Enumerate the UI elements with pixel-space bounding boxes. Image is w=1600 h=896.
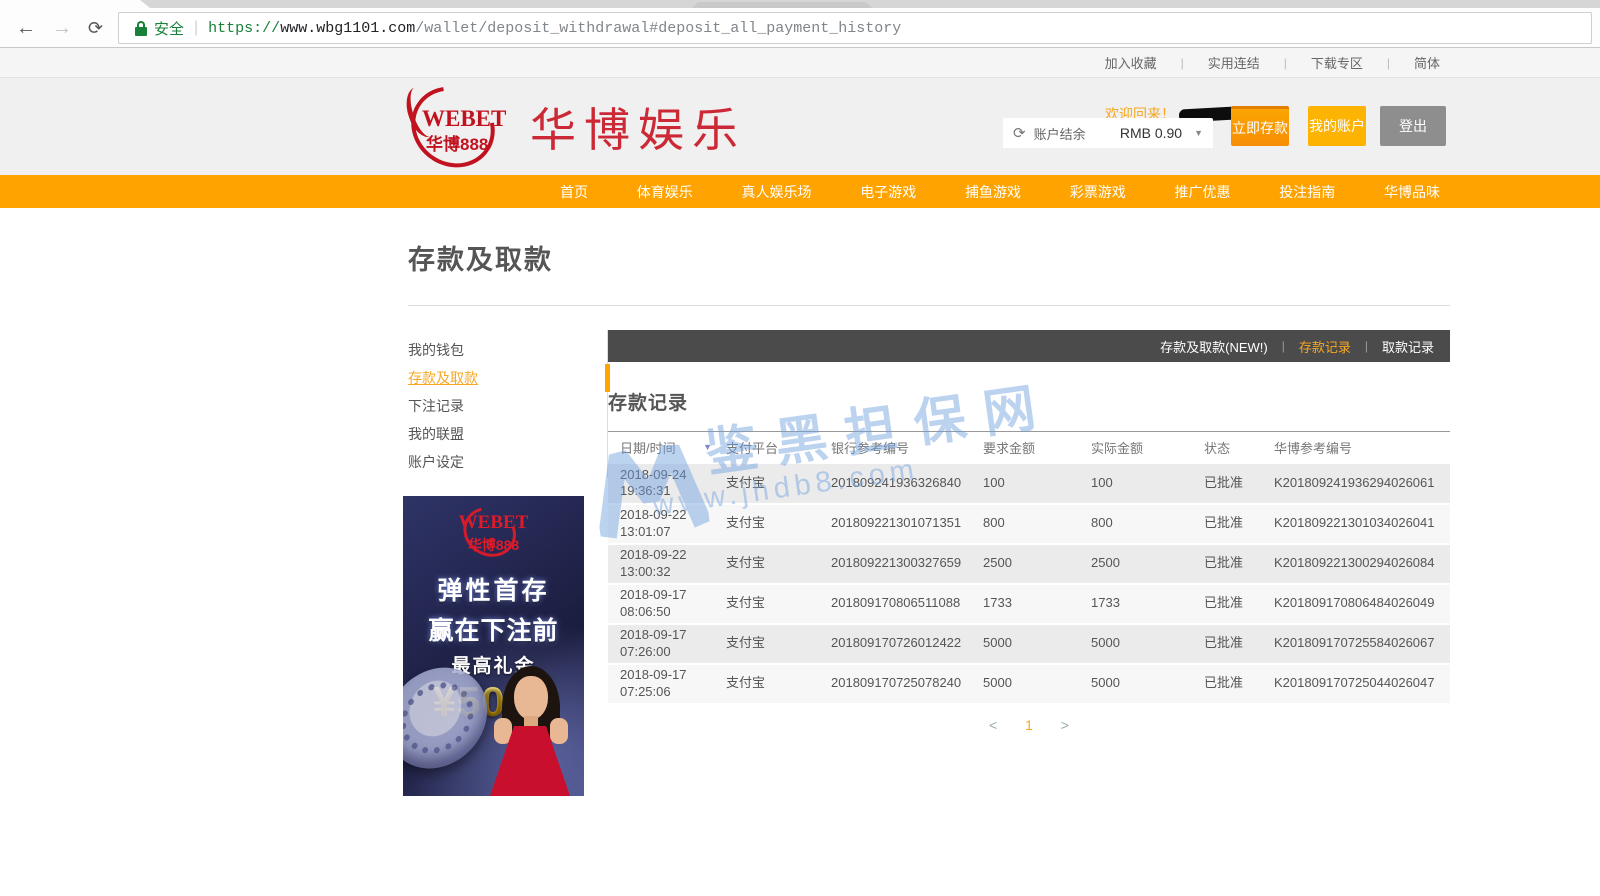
deposit-now-button[interactable]: 立即存款 (1231, 106, 1289, 146)
table-row: 2018-09-2213:00:32 支付宝 20180922130032765… (608, 544, 1450, 584)
banner-logo: WEBET 华博888 (403, 512, 584, 555)
refresh-balance-icon[interactable]: ⟳ (1013, 124, 1026, 142)
promo-banner[interactable]: WEBET 华博888 弹性首存 赢在下注前 最高礼金 ¥5000 (403, 496, 584, 796)
link-language-simplified[interactable]: 简体 (1414, 53, 1440, 72)
page-number[interactable]: 1 (1025, 717, 1033, 733)
nav-item-slots[interactable]: 电子游戏 (860, 182, 916, 202)
column-actual: 实际金额 (1091, 432, 1204, 464)
banner-model-graphic (483, 666, 578, 796)
sidebar-menu: 我的钱包 存款及取款 下注记录 我的联盟 账户设定 (408, 330, 608, 478)
page-url[interactable]: https://www.wbg1101.com/wallet/deposit_w… (208, 20, 901, 37)
column-bank-ref: 银行参考编号 (831, 432, 983, 464)
main-panel: 存款及取款(NEW!) | 存款记录 | 取款记录 存款记录 日期/时间 ▼ 支… (608, 330, 1450, 796)
logo-888-text: 华博888 (426, 130, 488, 155)
status-badge: 已批准 (1204, 544, 1274, 584)
sidebar-item-deposit-withdrawal[interactable]: 存款及取款 (408, 364, 607, 392)
column-status: 状态 (1204, 432, 1274, 464)
table-row: 2018-09-2419:36:31 支付宝 20180924193632684… (608, 464, 1450, 504)
section-title: 存款记录 (608, 388, 1450, 415)
title-divider (408, 305, 1450, 306)
tab-deposit-history[interactable]: 存款记录 (1299, 337, 1351, 356)
nav-item-sports[interactable]: 体育娱乐 (637, 182, 693, 202)
url-scheme: https:// (208, 20, 280, 37)
forward-icon[interactable]: → (52, 15, 72, 41)
url-domain: www.wbg1101.com (280, 20, 415, 37)
column-platform: 支付平台 (726, 432, 831, 464)
next-page-button[interactable]: > (1061, 717, 1069, 733)
back-icon[interactable]: ← (16, 15, 36, 41)
logout-button[interactable]: 登出 (1380, 106, 1446, 146)
sidebar-item-my-wallet[interactable]: 我的钱包 (408, 336, 607, 364)
pagination: < 1 > (608, 717, 1450, 733)
nav-item-betting-guide[interactable]: 投注指南 (1279, 182, 1335, 202)
secure-label[interactable]: 安全 (154, 18, 184, 39)
column-requested: 要求金额 (983, 432, 1091, 464)
prev-page-button[interactable]: < (989, 717, 997, 733)
address-separator: | (194, 19, 198, 37)
nav-item-fishing[interactable]: 捕鱼游戏 (965, 182, 1021, 202)
browser-toolbar: ← → ⟳ 安全 | https://www.wbg1101.com/walle… (0, 8, 1600, 48)
site-logo[interactable]: WEBET 华博888 华博娱乐 (408, 84, 746, 170)
sidebar: 我的钱包 存款及取款 下注记录 我的联盟 账户设定 WEBET 华博888 弹性… (408, 330, 608, 796)
status-badge: 已批准 (1204, 504, 1274, 544)
nav-item-promotions[interactable]: 推广优惠 (1175, 182, 1231, 202)
chevron-down-icon[interactable]: ▼ (1194, 128, 1203, 138)
status-badge: 已批准 (1204, 584, 1274, 624)
balance-value: RMB 0.90 (1120, 125, 1182, 141)
main-nav: 首页 体育娱乐 真人娱乐场 电子游戏 捕鱼游戏 彩票游戏 推广优惠 投注指南 华… (0, 175, 1600, 208)
browser-tab-strip (0, 0, 1600, 8)
site-name: 华博娱乐 (530, 94, 746, 160)
sort-icon[interactable]: ▼ (703, 442, 712, 452)
column-ref: 华博参考编号 (1274, 432, 1450, 464)
deposit-records-table: 日期/时间 ▼ 支付平台 银行参考编号 要求金额 实际金额 状态 华博参考编号 … (608, 431, 1450, 705)
nav-item-home[interactable]: 首页 (560, 182, 588, 202)
table-header-row: 日期/时间 ▼ 支付平台 银行参考编号 要求金额 实际金额 状态 华博参考编号 (608, 432, 1450, 464)
link-add-favorite[interactable]: 加入收藏 (1105, 53, 1157, 72)
reload-icon[interactable]: ⟳ (88, 15, 103, 41)
status-badge: 已批准 (1204, 464, 1274, 504)
url-path: /wallet/deposit_withdrawal#deposit_all_p… (415, 20, 901, 37)
sidebar-item-account-settings[interactable]: 账户设定 (408, 448, 607, 476)
column-datetime[interactable]: 日期/时间 ▼ (608, 432, 726, 464)
nav-item-lottery[interactable]: 彩票游戏 (1070, 182, 1126, 202)
webet-logo-mark: WEBET 华博888 (408, 84, 520, 170)
address-bar[interactable]: 安全 | https://www.wbg1101.com/wallet/depo… (118, 12, 1592, 44)
lock-icon (135, 21, 147, 36)
tab-withdraw-history[interactable]: 取款记录 (1382, 337, 1434, 356)
banner-line2: 赢在下注前 (403, 611, 584, 647)
balance-label: 账户结余 (1034, 124, 1086, 143)
link-useful-links[interactable]: 实用连结 (1208, 53, 1260, 72)
logo-webet-text: WEBET (422, 106, 506, 132)
tab-deposit-withdrawal-new[interactable]: 存款及取款(NEW!) (1160, 337, 1268, 356)
table-row: 2018-09-1707:25:06 支付宝 20180917072507824… (608, 664, 1450, 704)
balance-box: ⟳ 账户结余 RMB 0.90 ▼ (1003, 118, 1213, 148)
sidebar-item-my-affiliate[interactable]: 我的联盟 (408, 420, 607, 448)
status-badge: 已批准 (1204, 664, 1274, 704)
page-title: 存款及取款 (408, 238, 1450, 277)
table-row: 2018-09-1708:06:50 支付宝 20180917080651108… (608, 584, 1450, 624)
sidebar-item-betting-records[interactable]: 下注记录 (408, 392, 607, 420)
link-download-zone[interactable]: 下载专区 (1311, 53, 1363, 72)
content-area: 存款及取款 我的钱包 存款及取款 下注记录 我的联盟 账户设定 WEBET 华博… (408, 208, 1450, 796)
table-row: 2018-09-2213:01:07 支付宝 20180922130107135… (608, 504, 1450, 544)
banner-line1: 弹性首存 (403, 571, 584, 607)
site-header: WEBET 华博888 华博娱乐 欢迎回来！ ⟳ 账户结余 RMB 0.90 ▼… (0, 78, 1600, 175)
browser-chrome: ← → ⟳ 安全 | https://www.wbg1101.com/walle… (0, 0, 1600, 48)
history-tab-bar: 存款及取款(NEW!) | 存款记录 | 取款记录 (608, 330, 1450, 362)
my-account-button[interactable]: 我的账户 (1308, 106, 1366, 146)
status-badge: 已批准 (1204, 624, 1274, 664)
quick-links-bar: 加入收藏 | 实用连结 | 下载专区 | 简体 (0, 48, 1600, 78)
table-row: 2018-09-1707:26:00 支付宝 20180917072601242… (608, 624, 1450, 664)
nav-item-webet-taste[interactable]: 华博品味 (1384, 182, 1440, 202)
nav-item-live-casino[interactable]: 真人娱乐场 (742, 182, 812, 202)
browser-active-tab[interactable] (0, 0, 150, 8)
